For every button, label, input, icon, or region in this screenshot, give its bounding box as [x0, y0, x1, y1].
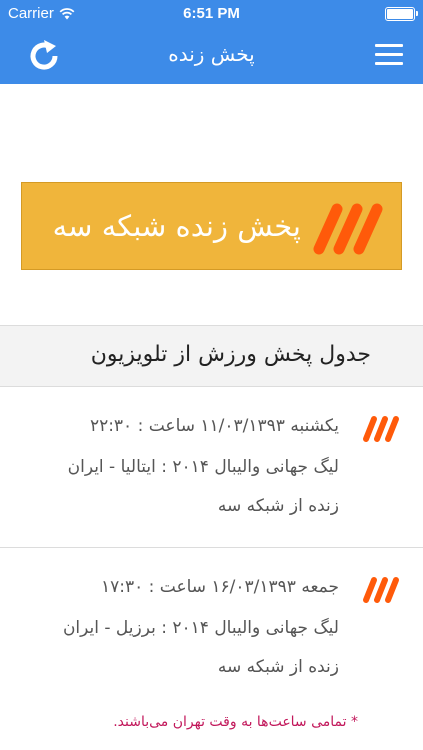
schedule-match: لیگ جهانی والیبال ۲۰۱۴ : برزیل - ایران [62, 618, 339, 638]
battery-icon [385, 7, 418, 21]
schedule-match: لیگ جهانی والیبال ۲۰۱۴ : ایتالیا - ایران [67, 457, 339, 477]
status-time: 6:51 PM [183, 5, 240, 22]
page-title: پخش زنده [168, 42, 255, 66]
channel-logo-icon [363, 416, 399, 442]
live-stream-banner[interactable]: پخش زنده شبکه سه [21, 182, 402, 270]
timezone-note: * تمامی ساعت‌ها به وقت تهران می‌باشند. [113, 714, 358, 730]
schedule-title: جدول پخش ورزش از تلویزیون [90, 342, 371, 367]
schedule-header: جدول پخش ورزش از تلویزیون [0, 325, 423, 387]
schedule-channel: زنده از شبکه سه [217, 657, 339, 677]
schedule-datetime: یکشنبه ۱۱/۰۳/۱۳۹۳ ساعت : ۲۲:۳۰ [89, 416, 339, 436]
schedule-item[interactable]: جمعه ۱۶/۰۳/۱۳۹۳ ساعت : ۱۷:۳۰ لیگ جهانی و… [0, 549, 423, 709]
schedule-channel: زنده از شبکه سه [217, 496, 339, 516]
menu-icon[interactable] [375, 44, 403, 66]
schedule-datetime: جمعه ۱۶/۰۳/۱۳۹۳ ساعت : ۱۷:۳۰ [100, 577, 339, 597]
channel-logo-icon [363, 577, 399, 603]
schedule-item[interactable]: یکشنبه ۱۱/۰۳/۱۳۹۳ ساعت : ۲۲:۳۰ لیگ جهانی… [0, 388, 423, 548]
banner-label: پخش زنده شبکه سه [52, 209, 301, 243]
channel-logo-icon [313, 203, 383, 255]
status-bar: Carrier 6:51 PM [0, 0, 423, 28]
nav-bar: پخش زنده [0, 28, 423, 84]
